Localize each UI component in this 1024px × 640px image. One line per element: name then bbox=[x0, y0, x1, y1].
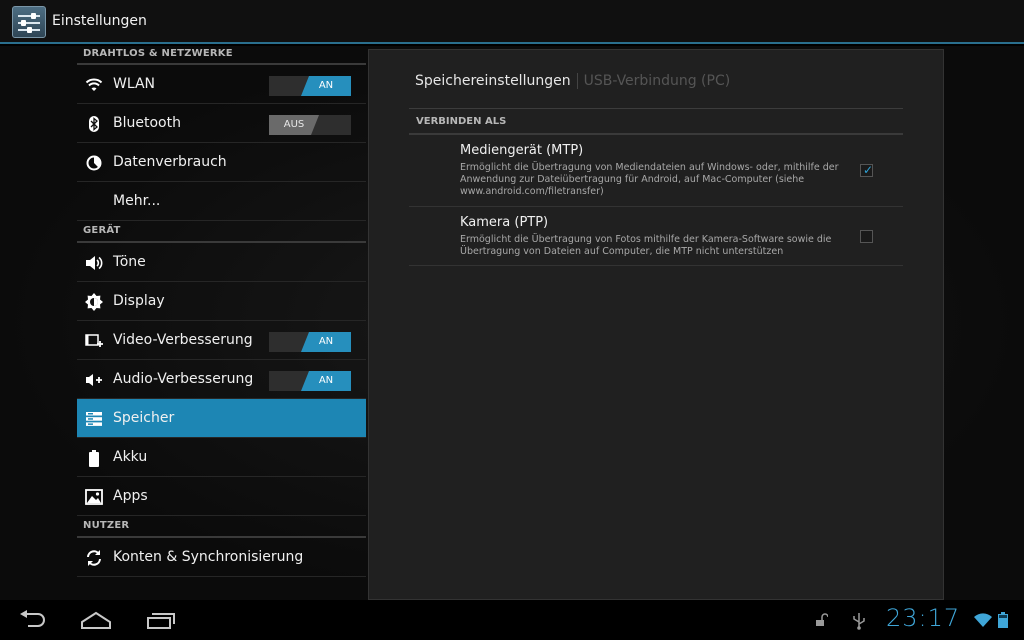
settings-item-label: Bluetooth bbox=[113, 115, 181, 131]
wifi-icon bbox=[85, 77, 103, 93]
settings-item-label: Audio-Verbesserung bbox=[113, 371, 254, 387]
storage-settings-panel: Speichereinstellungen USB-Verbindung (PC)… bbox=[368, 49, 944, 600]
home-icon[interactable] bbox=[80, 610, 112, 630]
settings-item-storage[interactable]: Speicher bbox=[77, 399, 366, 438]
settings-item-accounts-sync[interactable]: Konten & Synchronisierung bbox=[77, 538, 366, 577]
option-description: Ermöglicht die Übertragung von Fotos mit… bbox=[460, 234, 832, 257]
section-header-wireless: DRAHTLOS & NETZWERKE bbox=[77, 46, 366, 65]
settings-item-label: WLAN bbox=[113, 76, 156, 92]
back-icon[interactable] bbox=[18, 610, 48, 630]
settings-item-video-enhancement[interactable]: Video-Verbesserung AN bbox=[77, 321, 366, 360]
toggle-state: AN bbox=[301, 332, 351, 352]
audio-enhancement-toggle[interactable]: AN bbox=[269, 371, 351, 391]
brightness-icon bbox=[85, 293, 103, 311]
video-enhance-icon bbox=[85, 333, 103, 349]
toggle-state: AN bbox=[301, 371, 351, 391]
recent-apps-icon[interactable] bbox=[146, 610, 176, 630]
unlock-icon bbox=[814, 612, 829, 631]
option-title: Mediengerät (MTP) bbox=[460, 143, 584, 158]
breadcrumb-divider bbox=[576, 73, 578, 89]
settings-item-label: Mehr... bbox=[113, 193, 161, 209]
option-title: Kamera (PTP) bbox=[460, 215, 549, 230]
settings-item-label: Video-Verbesserung bbox=[113, 332, 253, 348]
battery-icon bbox=[85, 449, 103, 467]
bluetooth-icon bbox=[85, 116, 103, 132]
section-header-user: NUTZER bbox=[77, 516, 366, 538]
checkmark-icon: ✓ bbox=[863, 163, 874, 177]
system-navigation-bar: 23:17 bbox=[0, 600, 1024, 640]
settings-item-label: Display bbox=[113, 293, 165, 309]
settings-item-label: Speicher bbox=[113, 410, 175, 426]
video-enhancement-toggle[interactable]: AN bbox=[269, 332, 351, 352]
breadcrumb-usb-connection: USB-Verbindung (PC) bbox=[583, 73, 731, 89]
panel-breadcrumb: Speichereinstellungen USB-Verbindung (PC) bbox=[415, 73, 730, 89]
sync-icon bbox=[85, 550, 103, 566]
settings-item-audio-enhancement[interactable]: Audio-Verbesserung AN bbox=[77, 360, 366, 399]
action-bar: Einstellungen bbox=[0, 0, 1024, 44]
wifi-status-icon bbox=[974, 612, 992, 631]
option-ptp[interactable]: Kamera (PTP) Ermöglicht die Übertragung … bbox=[409, 208, 903, 266]
usb-icon bbox=[852, 612, 866, 634]
ptp-checkbox[interactable] bbox=[860, 230, 873, 243]
section-header-connect-as: VERBINDEN ALS bbox=[409, 116, 903, 135]
app-title: Einstellungen bbox=[52, 13, 147, 29]
settings-sliders-icon[interactable] bbox=[12, 6, 46, 38]
option-description: Ermöglicht die Übertragung von Mediendat… bbox=[460, 162, 839, 197]
settings-item-label: Datenverbrauch bbox=[113, 154, 227, 170]
apps-icon bbox=[85, 489, 103, 505]
settings-item-label: Konten & Synchronisierung bbox=[113, 549, 304, 565]
settings-item-data-usage[interactable]: Datenverbrauch bbox=[77, 143, 366, 182]
settings-item-more[interactable]: Mehr... bbox=[77, 182, 366, 221]
settings-item-apps[interactable]: Apps bbox=[77, 477, 366, 516]
divider bbox=[409, 108, 903, 109]
toggle-state: AN bbox=[301, 76, 351, 96]
data-usage-icon bbox=[85, 155, 103, 171]
mtp-checkbox[interactable]: ✓ bbox=[860, 163, 874, 177]
bluetooth-toggle[interactable]: AUS bbox=[269, 115, 351, 135]
settings-item-wlan[interactable]: WLAN AN bbox=[77, 65, 366, 104]
section-header-device: GERÄT bbox=[77, 221, 366, 243]
settings-item-bluetooth[interactable]: Bluetooth AUS bbox=[77, 104, 366, 143]
battery-status-icon bbox=[998, 612, 1008, 632]
toggle-state: AUS bbox=[269, 115, 319, 135]
settings-item-label: Apps bbox=[113, 488, 148, 504]
storage-icon bbox=[85, 411, 103, 427]
settings-item-sound[interactable]: Töne bbox=[77, 243, 366, 282]
settings-item-label: Akku bbox=[113, 449, 148, 465]
settings-item-battery[interactable]: Akku bbox=[77, 438, 366, 477]
wlan-toggle[interactable]: AN bbox=[269, 76, 351, 96]
audio-enhance-icon bbox=[85, 372, 103, 388]
settings-item-next[interactable] bbox=[77, 577, 366, 600]
option-mtp[interactable]: Mediengerät (MTP) Ermöglicht die Übertra… bbox=[409, 136, 903, 207]
settings-item-label: Töne bbox=[113, 254, 146, 270]
settings-item-display[interactable]: Display bbox=[77, 282, 366, 321]
clock: 23:17 bbox=[886, 604, 961, 632]
settings-list[interactable]: DRAHTLOS & NETZWERKE WLAN AN Bluetooth A… bbox=[77, 46, 366, 600]
main-content: DRAHTLOS & NETZWERKE WLAN AN Bluetooth A… bbox=[0, 46, 1024, 600]
speaker-icon bbox=[85, 255, 103, 271]
breadcrumb-storage-settings[interactable]: Speichereinstellungen bbox=[415, 73, 571, 89]
